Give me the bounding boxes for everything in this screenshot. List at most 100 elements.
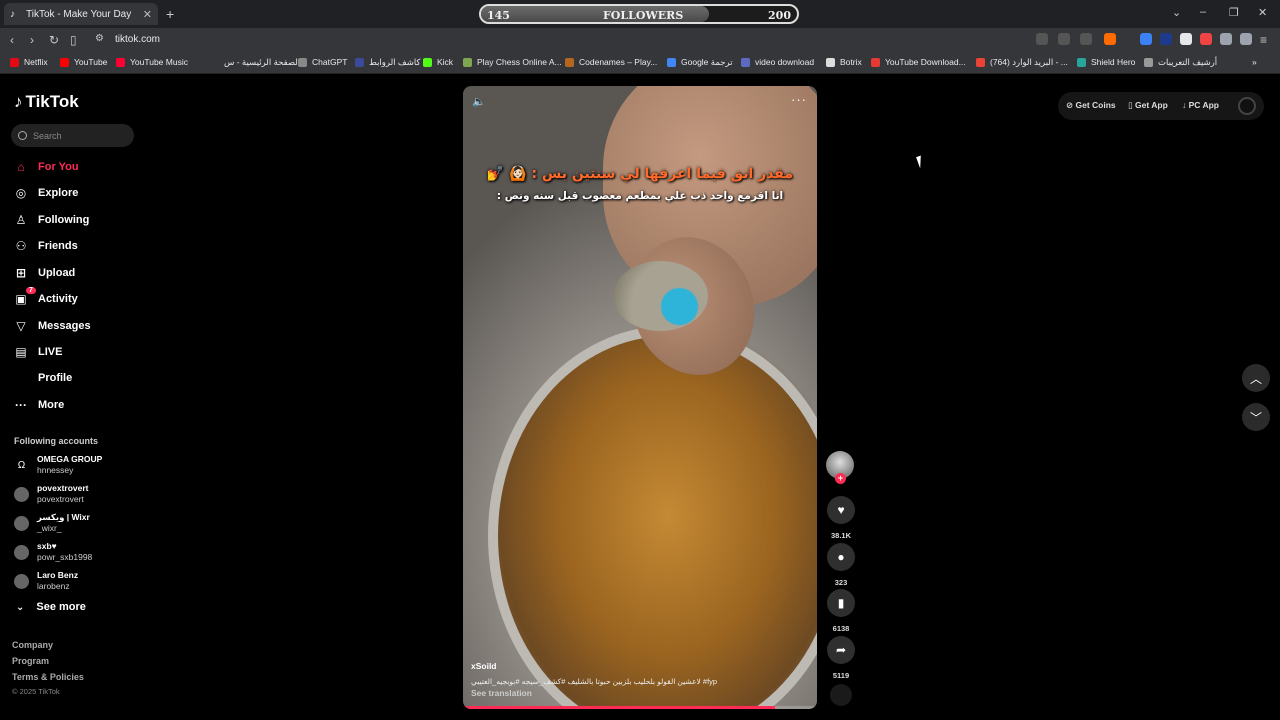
sidebar-item-following[interactable]: ♙ Following	[14, 213, 90, 227]
restore-button[interactable]: ❐	[1229, 6, 1239, 19]
following-account[interactable]: Laro Benz larobenz	[14, 570, 78, 592]
sidebar-item-label: LIVE	[38, 346, 63, 358]
bookmark-favicon-icon	[826, 57, 835, 67]
bookmark-item[interactable]: YouTube	[60, 57, 107, 67]
bookmark-item[interactable]: Botrix	[826, 57, 862, 67]
site-info-icon[interactable]: ⚙	[95, 33, 104, 44]
video-player[interactable]: 🔈 ··· مقدر انق فيما اعرفها لي سنتين بس :…	[463, 86, 817, 709]
tab-search-chevron-icon[interactable]: ⌄	[1172, 6, 1181, 19]
sidebar-item-friends[interactable]: ⚇ Friends	[14, 239, 78, 253]
see-more-button[interactable]: ⌄ See more	[16, 601, 86, 613]
following-account[interactable]: povextrovert povextrovert	[14, 483, 89, 505]
comment-count: 323	[834, 578, 848, 587]
url-field[interactable]: tiktok.com	[115, 34, 160, 45]
sidebar-item-for-you[interactable]: ⌂ For You	[14, 160, 78, 174]
footer-program-link[interactable]: Program	[12, 656, 49, 666]
bookmark-label: Botrix	[840, 57, 862, 67]
bookmark-icon[interactable]: ▯	[70, 33, 77, 47]
pc-app-button[interactable]: ↓ PC App	[1182, 100, 1219, 110]
get-coins-button[interactable]: ⊘ Get Coins	[1066, 100, 1116, 111]
bookmark-label: YouTube	[74, 57, 108, 67]
account-display-name: Laro Benz	[37, 570, 79, 580]
bookmark-item[interactable]: كاشف الروابط	[355, 57, 420, 68]
avatar	[14, 515, 29, 531]
heart-icon[interactable]: ♥	[827, 496, 855, 524]
sidebar-item-activity[interactable]: ▣ 7 Activity	[14, 287, 78, 306]
bookmark-item[interactable]: Netflix	[10, 57, 48, 67]
like-action[interactable]: ♥ 38.1K	[826, 496, 856, 540]
forward-arrow-icon[interactable]: ›	[30, 33, 34, 47]
bookmark-item[interactable]: ChatGPT	[298, 57, 347, 67]
reload-icon[interactable]: ↻	[49, 33, 59, 47]
extension-box-icon[interactable]	[1180, 33, 1192, 45]
profile-icon	[14, 371, 28, 385]
bookmark-item[interactable]: Google ترجمة	[667, 57, 733, 68]
sidebar-item-messages[interactable]: ▽ Messages	[14, 319, 91, 333]
footer-terms-link[interactable]: Terms & Policies	[12, 672, 84, 682]
music-disc-icon[interactable]	[830, 684, 852, 706]
previous-video-chevron-up-icon[interactable]: ︿	[1242, 364, 1270, 392]
see-translation-link[interactable]: See translation	[471, 688, 532, 698]
music-disc-action[interactable]	[826, 684, 856, 706]
bookmark-item[interactable]: YouTube Download...	[871, 57, 966, 67]
brave-shield-icon[interactable]	[1104, 33, 1116, 45]
bookmark-favicon-icon	[423, 57, 432, 67]
following-account[interactable]: ويكسر | Wixr _wixr_	[14, 512, 90, 534]
video-author[interactable]: xSoild	[471, 661, 497, 671]
extensions-puzzle-icon[interactable]	[1220, 33, 1232, 45]
following-accounts-heading: Following accounts	[14, 436, 99, 446]
following-account[interactable]: sxb♥ powr_sxb1998	[14, 541, 92, 563]
sidebar-item-label: Messages	[38, 320, 91, 332]
comment-icon[interactable]: ●	[827, 543, 855, 571]
bookmark-item[interactable]: YouTube Music	[116, 57, 188, 67]
extension-translate-icon[interactable]	[1140, 33, 1152, 45]
share-icon[interactable]	[1080, 33, 1092, 45]
bookmark-favicon-icon	[1077, 57, 1086, 67]
install-app-icon[interactable]	[1058, 33, 1070, 45]
share-arrow-icon[interactable]: ➦	[827, 636, 855, 664]
sidebar-item-profile[interactable]: Profile	[14, 371, 72, 385]
more-options-icon[interactable]: ···	[791, 92, 807, 107]
new-tab-button[interactable]: +	[166, 6, 174, 22]
bookmark-favicon-icon	[667, 58, 676, 67]
save-action[interactable]: ▮ 6138	[826, 589, 856, 633]
next-video-chevron-down-icon[interactable]: ﹀	[1242, 403, 1270, 431]
extension-moon-icon[interactable]	[1160, 33, 1172, 45]
minimize-button[interactable]: –	[1200, 6, 1206, 18]
search-input[interactable]: Search	[11, 124, 134, 147]
bookmark-item[interactable]: (764) البريد الوارد - ...	[976, 57, 1068, 68]
tiktok-logo[interactable]: ♪ TikTok	[14, 92, 79, 112]
browser-tab[interactable]: ♪ TikTok - Make Your Day ✕	[4, 3, 158, 25]
media-music-icon[interactable]	[1240, 33, 1252, 45]
sidebar-item-explore[interactable]: ◎ Explore	[14, 186, 79, 200]
footer-company-link[interactable]: Company	[12, 640, 53, 650]
bookmark-item[interactable]: أرشيف التعريبات	[1144, 57, 1217, 68]
bookmark-item[interactable]: Play Chess Online A...	[463, 57, 562, 67]
get-app-label: Get App	[1135, 100, 1168, 110]
sidebar-item-more[interactable]: ··· More	[14, 398, 64, 412]
get-app-button[interactable]: ▯ Get App	[1128, 100, 1168, 111]
bookmark-item[interactable]: Codenames – Play...	[565, 57, 657, 67]
tab-close-icon[interactable]: ✕	[143, 8, 152, 21]
video-progress-bar[interactable]	[463, 706, 817, 709]
user-avatar[interactable]	[1238, 97, 1256, 115]
share-count: 5119	[832, 671, 850, 680]
close-window-button[interactable]: ✕	[1258, 6, 1267, 19]
follow-plus-button[interactable]: +	[835, 473, 846, 484]
volume-icon[interactable]: 🔈	[472, 95, 486, 108]
menu-hamburger-icon[interactable]: ≡	[1260, 33, 1267, 47]
following-account[interactable]: Ω OMEGA GROUP hnnessey	[14, 454, 103, 476]
back-arrow-icon[interactable]: ‹	[10, 33, 14, 47]
bookmark-item[interactable]: Shield Hero	[1077, 57, 1135, 67]
cast-off-icon[interactable]	[1036, 33, 1048, 45]
bookmarks-overflow-icon[interactable]: »	[1252, 57, 1257, 67]
bookmark-item[interactable]: Kick	[423, 57, 453, 67]
share-action[interactable]: ➦ 5119	[826, 636, 856, 680]
sidebar-item-live[interactable]: ▤ LIVE	[14, 345, 62, 359]
bookmark-item[interactable]: الصفحة الرئيسية - س...	[210, 57, 307, 68]
sidebar-item-upload[interactable]: ⊞ Upload	[14, 266, 75, 280]
extension-record-icon[interactable]	[1200, 33, 1212, 45]
bookmark-item[interactable]: video download	[741, 57, 814, 67]
comment-action[interactable]: ● 323	[826, 543, 856, 587]
bookmark-save-icon[interactable]: ▮	[827, 589, 855, 617]
